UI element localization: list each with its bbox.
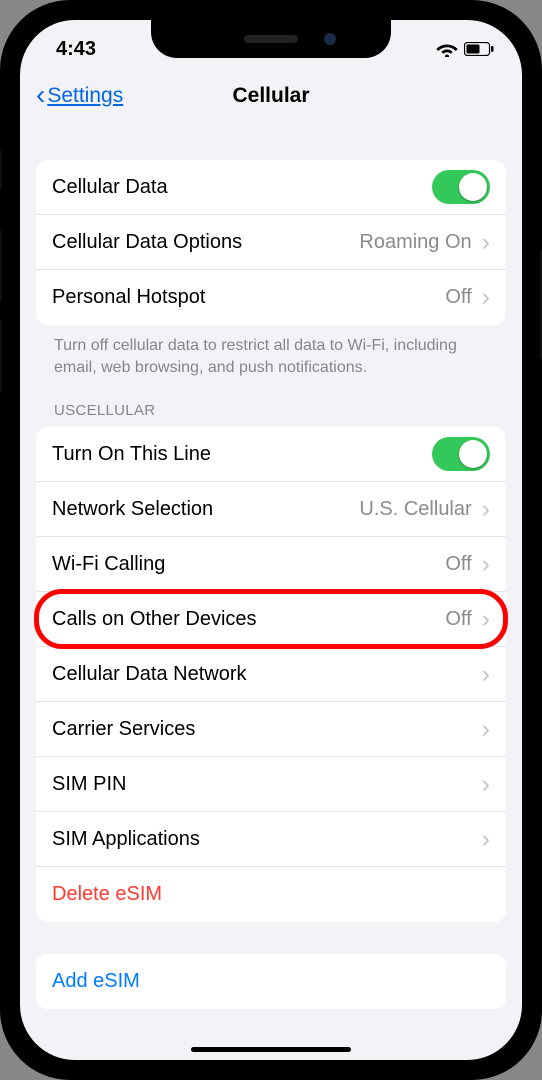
row-label: Personal Hotspot <box>52 286 445 309</box>
row-value: Roaming On <box>359 231 471 254</box>
row-value: Off <box>445 286 471 309</box>
status-right <box>436 41 494 57</box>
row-label: Network Selection <box>52 498 359 521</box>
content: Cellular Data Cellular Data Options Roam… <box>20 122 522 1060</box>
row-label: Calls on Other Devices <box>52 608 445 631</box>
chevron-right-icon: › <box>482 497 490 522</box>
row-wifi-calling[interactable]: Wi-Fi Calling Off › <box>36 537 506 592</box>
row-label: Cellular Data <box>52 176 432 199</box>
front-camera <box>324 33 336 45</box>
battery-icon <box>464 42 494 56</box>
chevron-right-icon: › <box>482 285 490 310</box>
notch <box>151 20 391 58</box>
row-label: Turn On This Line <box>52 443 432 466</box>
row-label: Add eSIM <box>52 970 490 993</box>
row-carrier-services[interactable]: Carrier Services › <box>36 702 506 757</box>
row-label: Wi-Fi Calling <box>52 553 445 576</box>
page-title: Cellular <box>232 84 309 108</box>
screen: 4:43 ‹ Settings Cellular <box>20 20 522 1060</box>
back-button[interactable]: ‹ Settings <box>36 83 123 109</box>
row-value: U.S. Cellular <box>359 498 471 521</box>
phone-frame: 4:43 ‹ Settings Cellular <box>0 0 542 1080</box>
chevron-right-icon: › <box>482 827 490 852</box>
row-cellular-data-options[interactable]: Cellular Data Options Roaming On › <box>36 215 506 270</box>
home-indicator[interactable] <box>191 1047 351 1052</box>
chevron-right-icon: › <box>482 552 490 577</box>
row-cellular-data[interactable]: Cellular Data <box>36 160 506 215</box>
settings-group-carrier: Turn On This Line Network Selection U.S.… <box>36 427 506 922</box>
chevron-right-icon: › <box>482 772 490 797</box>
row-label: SIM PIN <box>52 773 482 796</box>
mute-switch <box>0 150 2 190</box>
group-footer: Turn off cellular data to restrict all d… <box>36 325 506 378</box>
row-calls-other-devices[interactable]: Calls on Other Devices Off › <box>36 592 506 647</box>
settings-group-cellular: Cellular Data Cellular Data Options Roam… <box>36 160 506 325</box>
row-sim-pin[interactable]: SIM PIN › <box>36 757 506 812</box>
chevron-right-icon: › <box>482 607 490 632</box>
row-label: Delete eSIM <box>52 883 490 906</box>
row-sim-applications[interactable]: SIM Applications › <box>36 812 506 867</box>
row-label: SIM Applications <box>52 828 482 851</box>
row-network-selection[interactable]: Network Selection U.S. Cellular › <box>36 482 506 537</box>
volume-down <box>0 320 2 392</box>
toggle-switch[interactable] <box>432 170 490 204</box>
chevron-right-icon: › <box>482 662 490 687</box>
chevron-left-icon: ‹ <box>36 81 45 109</box>
row-turn-on-line[interactable]: Turn On This Line <box>36 427 506 482</box>
settings-group-add-esim: Add eSIM <box>36 954 506 1009</box>
back-label: Settings <box>47 84 123 108</box>
row-personal-hotspot[interactable]: Personal Hotspot Off › <box>36 270 506 325</box>
row-add-esim[interactable]: Add eSIM <box>36 954 506 1009</box>
nav-header: ‹ Settings Cellular <box>20 70 522 122</box>
section-header-carrier: USCELLULAR <box>36 378 506 427</box>
row-label: Cellular Data Options <box>52 231 359 254</box>
chevron-right-icon: › <box>482 230 490 255</box>
row-label: Cellular Data Network <box>52 663 482 686</box>
row-value: Off <box>445 608 471 631</box>
row-label: Carrier Services <box>52 718 482 741</box>
toggle-switch[interactable] <box>432 437 490 471</box>
speaker <box>244 35 298 43</box>
chevron-right-icon: › <box>482 717 490 742</box>
volume-up <box>0 230 2 302</box>
status-time: 4:43 <box>56 38 96 61</box>
row-cellular-data-network[interactable]: Cellular Data Network › <box>36 647 506 702</box>
row-delete-esim[interactable]: Delete eSIM <box>36 867 506 922</box>
row-value: Off <box>445 553 471 576</box>
wifi-icon <box>436 41 458 57</box>
